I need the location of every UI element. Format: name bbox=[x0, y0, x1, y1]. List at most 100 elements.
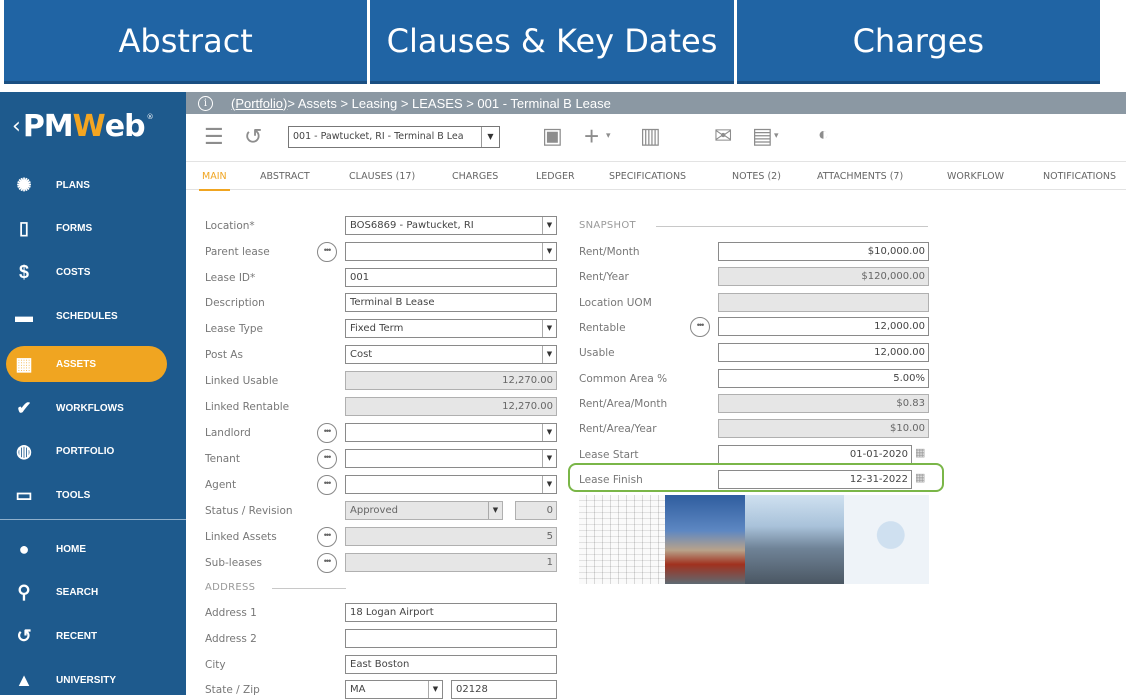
common-area-field[interactable]: 5.00% bbox=[718, 369, 929, 388]
lease-finish-field[interactable]: 12-31-2022 bbox=[718, 470, 912, 489]
save-icon[interactable]: ▣ bbox=[542, 123, 563, 149]
info-icon[interactable]: i bbox=[198, 95, 213, 111]
parent-lease-lookup-button[interactable]: ••• bbox=[317, 242, 337, 262]
tools-icon: ▭ bbox=[15, 484, 33, 505]
rentable-label: Rentable bbox=[579, 322, 626, 334]
sidebar-item-costs[interactable]: $ COSTS bbox=[0, 253, 186, 291]
linked-assets-label: Linked Assets bbox=[205, 531, 277, 543]
sidebar-item-label: PORTFOLIO bbox=[56, 445, 115, 457]
location-select[interactable]: BOS6869 - Pawtucket, RI ▼ bbox=[345, 216, 557, 235]
agent-select[interactable]: ▼ bbox=[345, 475, 557, 494]
delete-icon[interactable]: ▥ bbox=[640, 123, 661, 149]
add-dropdown-icon[interactable]: ▾ bbox=[606, 130, 611, 141]
address1-field[interactable]: 18 Logan Airport bbox=[345, 603, 557, 622]
tenant-lookup-button[interactable]: ••• bbox=[317, 449, 337, 469]
home-icon: ● bbox=[18, 538, 30, 559]
sidebar-item-university[interactable]: ▲ UNIVERSITY bbox=[0, 661, 186, 699]
parent-lease-select[interactable]: ▼ bbox=[345, 242, 557, 261]
rent-year-label: Rent/Year bbox=[579, 271, 629, 283]
history-icon[interactable]: ↺ bbox=[244, 124, 262, 150]
email-icon[interactable]: ✉ bbox=[714, 123, 732, 149]
chevron-down-icon: ▼ bbox=[542, 424, 556, 441]
state-select[interactable]: MA ▼ bbox=[345, 680, 443, 699]
landlord-select[interactable]: ▼ bbox=[345, 423, 557, 442]
state-zip-label: State / Zip bbox=[205, 684, 260, 696]
landlord-lookup-button[interactable]: ••• bbox=[317, 423, 337, 443]
description-field[interactable]: Terminal B Lease bbox=[345, 293, 557, 312]
tab-main[interactable]: MAIN bbox=[199, 171, 230, 191]
tab-clauses[interactable]: CLAUSES (17) bbox=[349, 171, 415, 182]
tenant-select[interactable]: ▼ bbox=[345, 449, 557, 468]
sidebar-item-label: HOME bbox=[56, 543, 86, 555]
top-banner: Abstract Clauses & Key Dates Charges bbox=[4, 0, 1100, 84]
address1-label: Address 1 bbox=[205, 607, 257, 619]
sidebar-item-label: FORMS bbox=[56, 222, 93, 234]
add-icon[interactable]: + bbox=[584, 121, 599, 152]
airport-map-thumbnail[interactable] bbox=[844, 495, 929, 584]
sidebar-item-tools[interactable]: ▭ TOOLS bbox=[0, 476, 186, 514]
list-icon[interactable]: ☰ bbox=[204, 124, 224, 150]
post-as-select[interactable]: Cost ▼ bbox=[345, 345, 557, 364]
address-section-rule bbox=[272, 588, 346, 589]
state-value: MA bbox=[350, 684, 366, 695]
rentable-field[interactable]: 12,000.00 bbox=[718, 317, 929, 336]
terminal-walkway-thumbnail[interactable] bbox=[745, 495, 844, 584]
sidebar-item-label: ASSETS bbox=[56, 358, 97, 370]
lease-type-select[interactable]: Fixed Term ▼ bbox=[345, 319, 557, 338]
sidebar-item-workflows[interactable]: ✔ WORKFLOWS bbox=[0, 389, 186, 427]
tab-attachments[interactable]: ATTACHMENTS (7) bbox=[817, 171, 903, 182]
pmweb-logo[interactable]: ‹ PM Web ® bbox=[0, 92, 186, 160]
tab-charges[interactable]: CHARGES bbox=[452, 171, 498, 182]
tab-specifications[interactable]: SPECIFICATIONS bbox=[609, 171, 686, 182]
print-dropdown-icon[interactable]: ▾ bbox=[774, 130, 779, 141]
rent-area-year-label: Rent/Area/Year bbox=[579, 423, 657, 435]
calendar-icon[interactable]: ▦ bbox=[915, 471, 925, 484]
breadcrumb-portfolio-link[interactable]: (Portfolio) bbox=[231, 96, 287, 111]
rentable-lookup-button[interactable]: ••• bbox=[690, 317, 710, 337]
sidebar-item-home[interactable]: ● HOME bbox=[0, 530, 186, 568]
back-chevron-icon[interactable]: ‹ bbox=[12, 114, 21, 139]
assets-icon: ▦ bbox=[15, 353, 33, 374]
status-select[interactable]: Approved ▼ bbox=[345, 501, 503, 520]
subleases-field: 1 bbox=[345, 553, 557, 572]
floor-plan-thumbnail[interactable] bbox=[579, 495, 665, 584]
rent-month-field[interactable]: $10,000.00 bbox=[718, 242, 929, 261]
usable-field[interactable]: 12,000.00 bbox=[718, 343, 929, 362]
search-icon: ⚲ bbox=[17, 581, 31, 602]
post-as-value: Cost bbox=[350, 349, 373, 360]
print-icon[interactable]: ▤ bbox=[752, 123, 773, 149]
sidebar-item-schedules[interactable]: ▬ SCHEDULES bbox=[0, 297, 186, 335]
rent-month-label: Rent/Month bbox=[579, 246, 640, 258]
sidebar-item-recent[interactable]: ↺ RECENT bbox=[0, 617, 186, 655]
tab-notes[interactable]: NOTES (2) bbox=[732, 171, 781, 182]
usable-label: Usable bbox=[579, 347, 615, 359]
chevron-down-icon: ▼ bbox=[542, 476, 556, 493]
sidebar-item-assets[interactable]: ▦ ASSETS bbox=[0, 345, 186, 383]
parent-lease-label: Parent lease bbox=[205, 246, 270, 258]
airport-tower-thumbnail[interactable] bbox=[665, 495, 745, 584]
banner-clauses-key-dates: Clauses & Key Dates bbox=[370, 0, 734, 84]
subleases-lookup-button[interactable]: ••• bbox=[317, 553, 337, 573]
post-as-label: Post As bbox=[205, 349, 243, 361]
tab-notifications[interactable]: NOTIFICATIONS bbox=[1043, 171, 1116, 182]
lease-start-field[interactable]: 01-01-2020 bbox=[718, 445, 912, 464]
sidebar-item-plans[interactable]: ✺ PLANS bbox=[0, 166, 186, 204]
record-selector[interactable]: 001 - Pawtucket, RI - Terminal B Lea ▼ bbox=[288, 126, 500, 148]
sidebar-item-label: SEARCH bbox=[56, 586, 99, 598]
sidebar-item-portfolio[interactable]: ◍ PORTFOLIO bbox=[0, 432, 186, 470]
tab-ledger[interactable]: LEDGER bbox=[536, 171, 575, 182]
city-field[interactable]: East Boston bbox=[345, 655, 557, 674]
toggle-icon[interactable]: ◐ bbox=[818, 124, 829, 145]
tab-workflow[interactable]: WORKFLOW bbox=[947, 171, 1004, 182]
linked-assets-lookup-button[interactable]: ••• bbox=[317, 527, 337, 547]
linked-usable-label: Linked Usable bbox=[205, 375, 279, 387]
sidebar-item-forms[interactable]: ▯ FORMS bbox=[0, 209, 186, 247]
zip-field[interactable]: 02128 bbox=[451, 680, 557, 699]
calendar-icon[interactable]: ▦ bbox=[915, 446, 925, 459]
sidebar-item-search[interactable]: ⚲ SEARCH bbox=[0, 573, 186, 611]
lease-id-field[interactable]: 001 bbox=[345, 268, 557, 287]
address2-field[interactable] bbox=[345, 629, 557, 648]
tab-abstract[interactable]: ABSTRACT bbox=[260, 171, 310, 182]
linked-rentable-field: 12,270.00 bbox=[345, 397, 557, 416]
agent-lookup-button[interactable]: ••• bbox=[317, 475, 337, 495]
